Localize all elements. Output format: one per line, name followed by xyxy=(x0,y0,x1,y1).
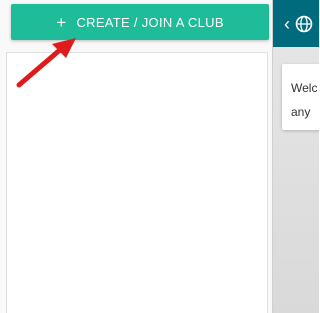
app-window: + CREATE / JOIN A CLUB ‹ Welc any xyxy=(0,0,319,313)
red-arrow-icon xyxy=(16,38,76,88)
welcome-text-line1: Welc xyxy=(291,81,318,95)
sidebar: + CREATE / JOIN A CLUB xyxy=(0,0,272,313)
welcome-text-line2: any xyxy=(291,105,311,119)
welcome-card: Welc any xyxy=(282,64,319,130)
back-chevron-icon[interactable]: ‹ xyxy=(284,15,290,33)
globe-icon[interactable] xyxy=(295,15,313,33)
plus-icon: + xyxy=(56,12,67,32)
club-list-panel xyxy=(6,52,268,313)
create-join-club-label: CREATE / JOIN A CLUB xyxy=(76,14,224,30)
club-content-panel: ‹ Welc any xyxy=(272,0,319,313)
content-topbar: ‹ xyxy=(273,0,319,47)
create-join-club-button[interactable]: + CREATE / JOIN A CLUB xyxy=(11,4,269,40)
